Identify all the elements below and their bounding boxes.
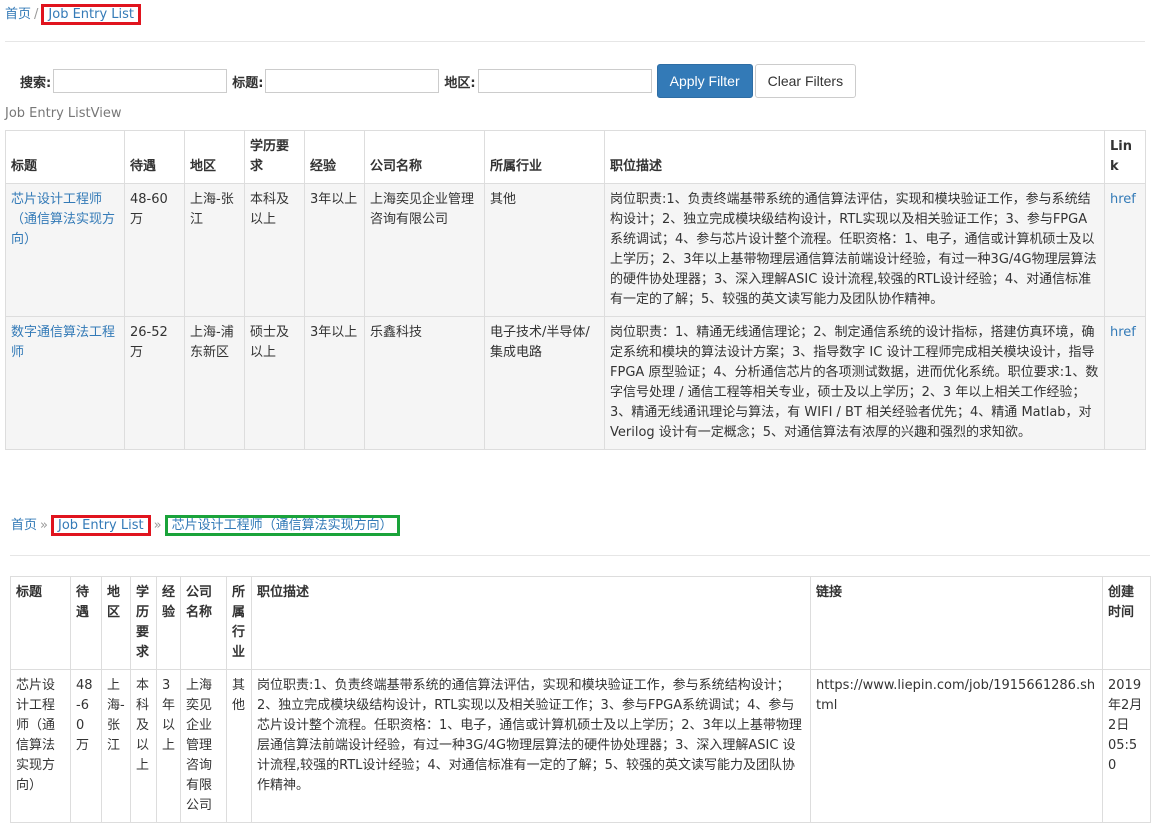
col-header-salary: 待遇 [70, 576, 102, 670]
description-cell: 岗位职责:1、负责终端基带系统的通信算法评估，实现和模块验证工作，参与系统结构设… [251, 669, 811, 823]
description-cell: 岗位职责：1、精通无线通信理论；2、制定通信系统的设计指标，搭建仿真环境，确定系… [604, 316, 1105, 450]
education-cell: 本科及以上 [130, 669, 157, 823]
col-header-education: 学历要求 [244, 130, 305, 184]
table-header-row: 标题 待遇 地区 学历要求 经验 公司名称 所属行业 职位描述 链接 创建时间 [10, 576, 1151, 670]
breadcrumb-current-job-link[interactable]: 芯片设计工程师（通信算法实现方向） [172, 518, 393, 533]
col-header-created: 创建时间 [1102, 576, 1151, 670]
breadcrumb-separator: » [153, 518, 162, 533]
experience-cell: 3年以上 [304, 316, 365, 450]
table-row: 数字通信算法工程师 26-52万 上海-浦东新区 硕士及以上 3年以上 乐鑫科技… [5, 316, 1146, 450]
created-cell: 2019年2月2日 05:50 [1102, 669, 1151, 823]
salary-cell: 48-60万 [124, 183, 185, 317]
href-link[interactable]: href [1110, 192, 1136, 207]
col-header-title: 标题 [5, 130, 125, 184]
col-header-description: 职位描述 [604, 130, 1105, 184]
col-header-link: Link [1104, 130, 1146, 184]
col-header-industry: 所属行业 [226, 576, 252, 670]
title-cell: 芯片设计工程师（通信算法实现方向） [10, 669, 71, 823]
apply-filter-button[interactable]: Apply Filter [656, 64, 753, 98]
company-cell: 上海奕见企业管理咨询有限公司 [364, 183, 485, 317]
region-cell: 上海-浦东新区 [184, 316, 245, 450]
col-header-url: 链接 [810, 576, 1103, 670]
filter-bar: 搜索: 标题: 地区: Apply Filter Clear Filters [20, 64, 857, 98]
region-filter-label: 地区: [444, 75, 476, 91]
table-header-row: 标题 待遇 地区 学历要求 经验 公司名称 所属行业 职位描述 Link [5, 130, 1146, 184]
breadcrumb-job-entry-list-link[interactable]: Job Entry List [48, 7, 134, 22]
experience-cell: 3年以上 [156, 669, 181, 823]
region-cell: 上海-张江 [101, 669, 131, 823]
col-header-title: 标题 [10, 576, 71, 670]
salary-cell: 48-60万 [70, 669, 102, 823]
breadcrumb-separator: / [34, 7, 39, 22]
region-cell: 上海-张江 [184, 183, 245, 317]
education-cell: 本科及以上 [244, 183, 305, 317]
col-header-company: 公司名称 [180, 576, 227, 670]
url-cell: https://www.liepin.com/job/1915661286.sh… [810, 669, 1103, 823]
clear-filters-button[interactable]: Clear Filters [754, 64, 857, 98]
breadcrumb-home-link[interactable]: 首页 [5, 7, 31, 22]
job-title-link[interactable]: 数字通信算法工程师 [11, 325, 115, 360]
divider [10, 555, 1150, 556]
industry-cell: 电子技术/半导体/集成电路 [484, 316, 605, 450]
industry-cell: 其他 [226, 669, 252, 823]
col-header-company: 公司名称 [364, 130, 485, 184]
href-link[interactable]: href [1110, 325, 1136, 340]
col-header-region: 地区 [101, 576, 131, 670]
col-header-description: 职位描述 [251, 576, 811, 670]
search-label: 搜索: [20, 75, 52, 91]
breadcrumb: 首页 / Job Entry List [5, 3, 142, 25]
table-row: 芯片设计工程师（通信算法实现方向） 48-60万 上海-张江 本科及以上 3年以… [5, 183, 1146, 317]
col-header-experience: 经验 [304, 130, 365, 184]
company-cell: 上海奕见企业管理咨询有限公司 [180, 669, 227, 823]
education-cell: 硕士及以上 [244, 316, 305, 450]
table-row: 芯片设计工程师（通信算法实现方向） 48-60万 上海-张江 本科及以上 3年以… [10, 669, 1151, 823]
divider [5, 41, 1145, 42]
col-header-salary: 待遇 [124, 130, 185, 184]
breadcrumb-separator: » [40, 518, 48, 533]
col-header-region: 地区 [184, 130, 245, 184]
search-input[interactable] [53, 69, 228, 93]
industry-cell: 其他 [484, 183, 605, 317]
title-filter-label: 标题: [232, 75, 264, 91]
detail-breadcrumb: 首页» Job Entry List» 芯片设计工程师（通信算法实现方向） [11, 514, 400, 536]
title-filter-input[interactable] [265, 69, 440, 93]
job-title-link[interactable]: 芯片设计工程师（通信算法实现方向） [11, 192, 115, 247]
region-filter-input[interactable] [477, 69, 652, 93]
breadcrumb-job-entry-list-link[interactable]: Job Entry List [58, 518, 144, 533]
breadcrumb-home-link[interactable]: 首页 [11, 518, 37, 533]
col-header-industry: 所属行业 [484, 130, 605, 184]
listview-caption: Job Entry ListView [5, 106, 122, 121]
col-header-experience: 经验 [156, 576, 181, 670]
job-detail-table: 标题 待遇 地区 学历要求 经验 公司名称 所属行业 职位描述 链接 创建时间 … [10, 576, 1151, 823]
description-cell: 岗位职责:1、负责终端基带系统的通信算法评估，实现和模块验证工作，参与系统结构设… [604, 183, 1105, 317]
company-cell: 乐鑫科技 [364, 316, 485, 450]
col-header-education: 学历要求 [130, 576, 157, 670]
job-entry-list-table: 标题 待遇 地区 学历要求 经验 公司名称 所属行业 职位描述 Link 芯片设… [5, 130, 1146, 450]
experience-cell: 3年以上 [304, 183, 365, 317]
salary-cell: 26-52万 [124, 316, 185, 450]
